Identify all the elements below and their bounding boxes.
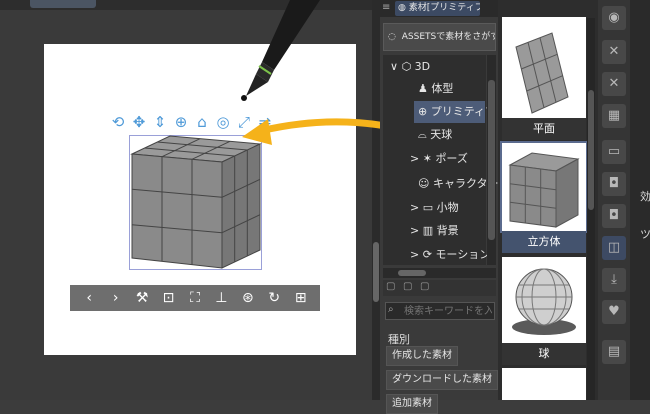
assets-button-label: ASSETSで素材をさがす <box>401 32 496 42</box>
tree-item-body-type[interactable]: ♟ 体型 <box>418 78 453 100</box>
camera-icon[interactable]: ◘ <box>602 172 626 196</box>
tree-item-label: 3D <box>414 60 431 73</box>
pose-icon: ✶ <box>422 152 432 165</box>
close-icon[interactable]: ✕ <box>602 40 626 64</box>
chevron-left-icon[interactable]: ‹ <box>79 290 99 306</box>
tree-item-label: 小物 <box>436 201 459 214</box>
move-icon[interactable]: ✥ <box>129 112 149 132</box>
expand-icon[interactable]: > <box>410 152 419 165</box>
thumb-sphere-label: 球 <box>502 343 586 365</box>
canvas-scrollbar[interactable] <box>372 0 380 400</box>
material-icon[interactable]: ◫ <box>602 236 626 260</box>
expand-icon[interactable]: > <box>410 248 419 261</box>
new-folder-icon[interactable]: ▢ <box>386 281 395 292</box>
canvas-scroll-thumb[interactable] <box>373 242 379 302</box>
cube-preview-icon <box>508 152 580 228</box>
tree-item-label: モーション <box>435 248 491 261</box>
copy-icon[interactable]: ▢ <box>403 281 412 292</box>
thumb-next[interactable] <box>502 368 586 400</box>
thumb-plane[interactable] <box>502 17 586 125</box>
character-icon: ☺ <box>418 177 430 190</box>
thumb-sphere[interactable] <box>502 257 586 343</box>
heart-icon[interactable]: ♥ <box>602 300 626 324</box>
tree-horizontal-thumb[interactable] <box>398 270 426 276</box>
assets-logo-icon: ◌ <box>388 32 396 42</box>
center-icon[interactable]: ⊕ <box>171 112 191 132</box>
download-icon[interactable]: ⤓ <box>602 268 626 292</box>
tree-item-background[interactable]: > ▥ 背景 <box>410 220 459 242</box>
dome-icon: ⌓ <box>418 128 427 141</box>
tab-materials[interactable]: ◍ 素材[プリミティブ] <box>395 1 480 16</box>
assets-search-button[interactable]: ◌ ASSETSで素材をさがす <box>383 23 496 51</box>
search-input[interactable] <box>385 302 495 320</box>
tree-scroll-thumb[interactable] <box>488 80 495 240</box>
floor-icon[interactable]: ⊥ <box>211 290 231 306</box>
folder-icon: ▭ <box>422 201 434 214</box>
plane-preview-icon <box>515 32 569 114</box>
panel-icon[interactable]: ▭ <box>602 140 626 164</box>
stylus-pen-icon <box>241 0 320 101</box>
canvas-tab[interactable] <box>30 0 96 8</box>
camera-fit-icon[interactable]: ⊡ <box>159 290 179 306</box>
chevron-right-icon[interactable]: › <box>106 290 126 306</box>
tree-item-label: ポーズ <box>435 152 468 165</box>
tree-item-motion[interactable]: > ⟳ モーション <box>410 244 490 266</box>
grid-icon[interactable]: ▦ <box>602 104 626 128</box>
camera-icon[interactable]: ⌂ <box>192 112 212 132</box>
close-icon[interactable]: ✕ <box>602 72 626 96</box>
thumbnails-scroll-thumb[interactable] <box>588 90 594 210</box>
far-right-label: 効 <box>640 190 650 203</box>
building-icon: ▥ <box>422 224 434 237</box>
filter-added-button[interactable]: 追加素材 <box>386 394 438 414</box>
wrench-icon[interactable]: ⚒ <box>132 290 152 306</box>
category-label: 種別 <box>388 333 410 346</box>
menu-icon[interactable]: ≡ <box>382 2 390 13</box>
motion-icon: ⟳ <box>422 248 432 261</box>
far-right-label: ツ <box>640 228 650 241</box>
material-mini-toolbar: ▢ ▢ ▢ <box>383 280 496 296</box>
text-icon[interactable]: ▤ <box>602 340 626 364</box>
object-link-icon[interactable]: ⊛ <box>238 290 258 306</box>
tree-item-label: 天球 <box>430 128 453 141</box>
tree-item-props[interactable]: > ▭ 小物 <box>410 197 459 219</box>
tree-item-pose[interactable]: > ✶ ポーズ <box>410 148 468 170</box>
tree-item-label: 体型 <box>431 82 454 95</box>
tree-item-label: 背景 <box>436 224 459 237</box>
thumb-cube[interactable] <box>500 141 588 233</box>
search-icon: ⌕ <box>388 304 394 315</box>
expand-icon[interactable]: ∨ <box>390 60 398 73</box>
pan-icon[interactable]: ⇕ <box>150 112 170 132</box>
thumb-plane-label: 平面 <box>502 118 586 140</box>
camera-icon[interactable]: ◘ <box>602 204 626 228</box>
tree-item-sky-dome[interactable]: ⌓ 天球 <box>418 124 452 146</box>
globe-icon: ◍ <box>398 3 406 13</box>
figure-icon: ♟ <box>418 82 428 95</box>
sphere-preview-icon <box>512 268 576 335</box>
globe-icon: ⊕ <box>418 105 428 118</box>
expand-icon[interactable]: > <box>410 201 419 214</box>
tree-item-3d[interactable]: ∨ ⬡ 3D <box>390 56 485 78</box>
folder-icon[interactable]: ▢ <box>420 281 429 292</box>
filter-downloaded-button[interactable]: ダウンロードした素材 <box>386 370 498 390</box>
thumb-cube-label: 立方体 <box>502 231 586 253</box>
fit-frame-icon[interactable]: ⛶ <box>185 290 205 306</box>
navigator-icon[interactable]: ◉ <box>602 6 626 30</box>
filter-created-button[interactable]: 作成した素材 <box>386 346 458 366</box>
tab-materials-label: 素材[プリミティブ] <box>408 3 480 13</box>
expand-icon[interactable]: > <box>410 224 419 237</box>
rotate-icon[interactable]: ⟲ <box>108 112 128 132</box>
rotate-reset-icon[interactable]: ↻ <box>264 290 284 306</box>
object-toolbar: ‹ › ⚒ ⊡ ⛶ ⊥ ⊛ ↻ ⊞ <box>70 285 320 311</box>
layer-icon[interactable]: ⊞ <box>291 290 311 306</box>
tree-item-primitive[interactable]: ⊕ プリミティブ <box>414 101 496 123</box>
cube-icon: ⬡ <box>401 60 412 73</box>
